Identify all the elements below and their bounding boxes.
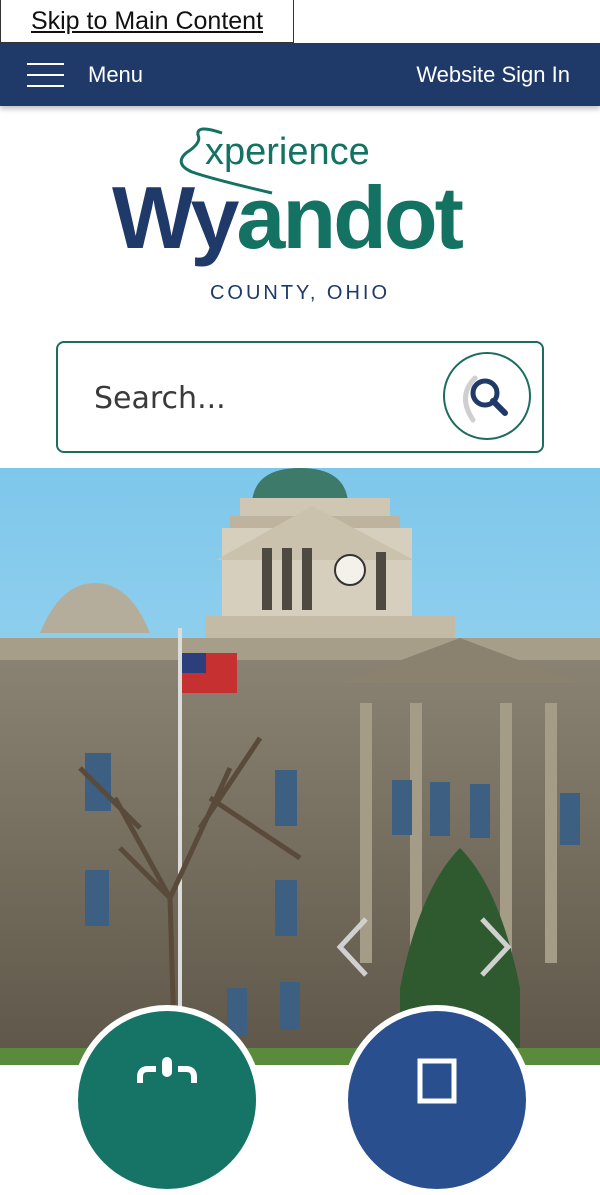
- website-sign-in-link[interactable]: Website Sign In: [416, 62, 570, 88]
- magnifier-icon: [463, 375, 508, 423]
- next-slide-button[interactable]: [470, 915, 520, 979]
- search-input[interactable]: [94, 373, 424, 423]
- svg-text:Wyandot: Wyandot: [112, 168, 464, 267]
- top-navigation-bar: Menu Website Sign In: [0, 43, 600, 106]
- hamburger-icon: [27, 62, 64, 87]
- logo-experience-text: xperience: [205, 131, 370, 173]
- search-button[interactable]: [443, 352, 531, 440]
- document-icon: [417, 1058, 457, 1104]
- quick-link-button-2[interactable]: [342, 1005, 532, 1195]
- menu-label: Menu: [88, 61, 144, 87]
- chevron-right-icon: [480, 917, 512, 977]
- link-icon: [137, 1057, 197, 1083]
- quick-link-button-1[interactable]: [72, 1005, 262, 1195]
- skip-to-main-content-link[interactable]: Skip to Main Content: [0, 0, 294, 43]
- logo-wy-text: Wy: [112, 168, 239, 267]
- logo-andot-text: andot: [236, 168, 463, 267]
- previous-slide-button[interactable]: [328, 915, 378, 979]
- search-bar: [56, 341, 544, 453]
- chevron-left-icon: [336, 917, 368, 977]
- logo-county-text: COUNTY, OHIO: [210, 282, 390, 304]
- experience-wyandot-logo[interactable]: xperience Wyandot COUNTY, OHIO: [0, 106, 600, 326]
- menu-button[interactable]: Menu: [0, 43, 143, 106]
